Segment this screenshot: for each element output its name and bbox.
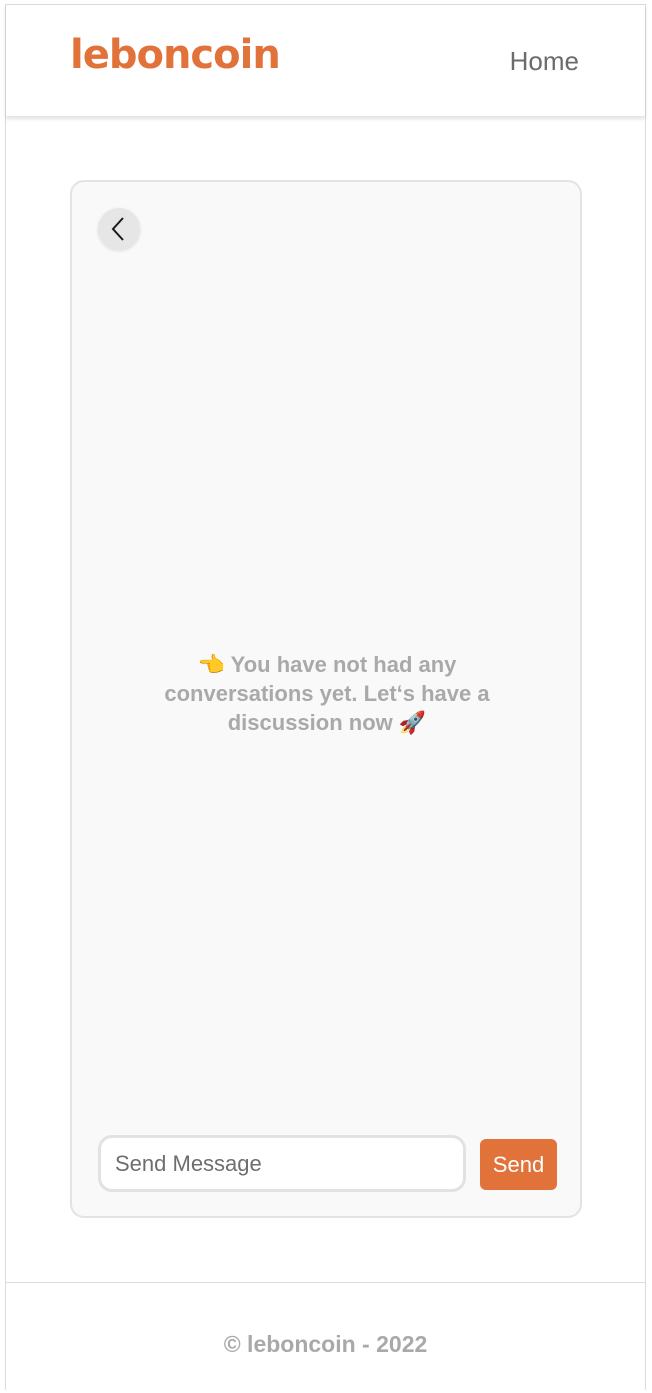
message-composer: Send	[98, 1135, 558, 1193]
send-button[interactable]: Send	[480, 1139, 557, 1190]
leboncoin-logo[interactable]: leboncoin	[70, 35, 281, 75]
page-frame: leboncoin Home 👈 You have not had any co…	[5, 4, 646, 1393]
chat-panel: 👈 You have not had any conversations yet…	[70, 180, 582, 1218]
back-button[interactable]	[98, 208, 140, 250]
page-footer: © leboncoin - 2022	[6, 1282, 645, 1393]
chevron-left-icon	[111, 217, 124, 241]
top-navbar: leboncoin Home	[6, 5, 645, 117]
message-input[interactable]	[98, 1135, 466, 1192]
nav-home-link[interactable]: Home	[510, 48, 579, 74]
empty-conversations-message: 👈 You have not had any conversations yet…	[164, 652, 490, 735]
footer-copyright: © leboncoin - 2022	[223, 1331, 428, 1357]
